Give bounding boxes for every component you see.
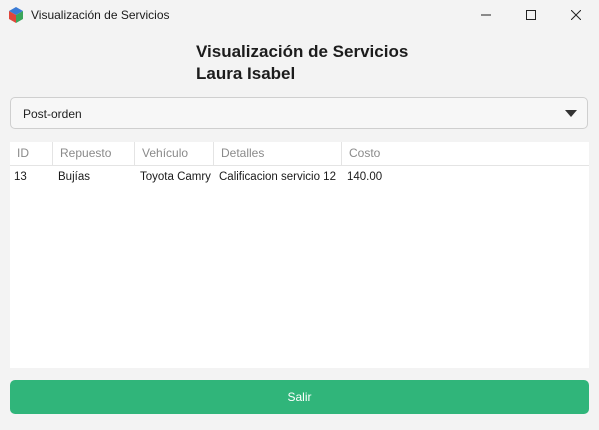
cell-vehiculo: Toyota Camry bbox=[140, 171, 211, 183]
traversal-select[interactable]: Post-orden bbox=[10, 97, 588, 129]
column-header-repuesto[interactable]: Repuesto bbox=[53, 142, 135, 165]
app-window: Visualización de Servicios Visualización… bbox=[0, 0, 599, 430]
column-header-id[interactable]: ID bbox=[10, 142, 53, 165]
maximize-button[interactable] bbox=[508, 0, 554, 30]
column-header-vehiculo[interactable]: Vehículo bbox=[135, 142, 214, 165]
cell-costo: 140.00 bbox=[347, 171, 383, 183]
minimize-button[interactable] bbox=[463, 0, 509, 30]
cell-detalles: Calificacion servicio 12 bbox=[219, 171, 336, 183]
exit-button[interactable]: Salir bbox=[10, 380, 589, 414]
column-header-detalles[interactable]: Detalles bbox=[214, 142, 342, 165]
table-header: ID Repuesto Vehículo Detalles Costo bbox=[10, 142, 589, 166]
column-header-costo[interactable]: Costo bbox=[342, 142, 589, 165]
cell-repuesto: Bujías bbox=[58, 171, 90, 183]
traversal-select-value: Post-orden bbox=[23, 107, 82, 121]
page-title: Visualización de Servicios bbox=[196, 42, 409, 61]
window-title: Visualización de Servicios bbox=[31, 8, 170, 22]
maximize-icon bbox=[526, 10, 536, 20]
user-name: Laura Isabel bbox=[196, 64, 296, 83]
close-icon bbox=[571, 10, 581, 20]
minimize-icon bbox=[481, 14, 491, 16]
chevron-down-icon[interactable] bbox=[565, 110, 577, 117]
title-bar: Visualización de Servicios bbox=[0, 0, 599, 30]
close-button[interactable] bbox=[553, 0, 599, 30]
cell-id: 13 bbox=[14, 171, 27, 183]
page-heading: Visualización de Servicios Laura Isabel bbox=[196, 41, 408, 85]
services-table: ID Repuesto Vehículo Detalles Costo 13 B… bbox=[10, 142, 589, 368]
app-cube-icon bbox=[9, 7, 23, 23]
